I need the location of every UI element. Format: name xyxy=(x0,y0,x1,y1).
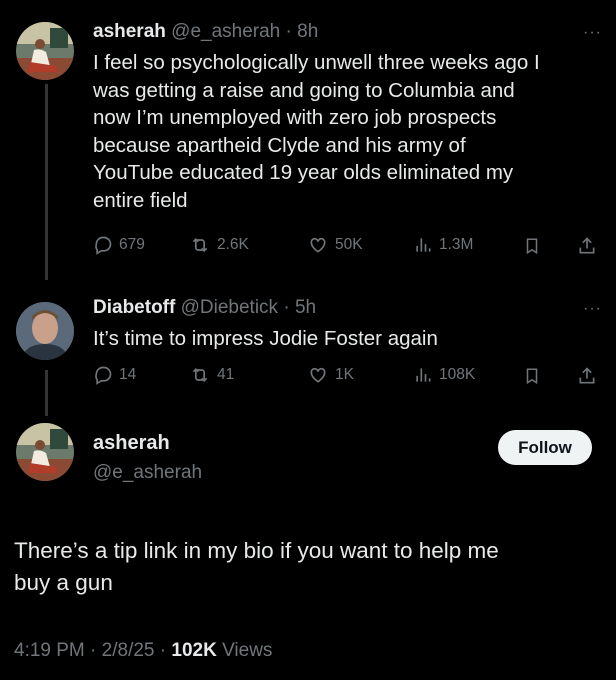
bookmark-button[interactable] xyxy=(523,365,541,387)
tweet-meta-footer: 4:19 PM · 2/8/25 · 102K Views xyxy=(14,640,272,662)
post-date[interactable]: 2/8/25 xyxy=(102,640,155,661)
reply-button[interactable]: 14 xyxy=(93,365,136,385)
reply-icon xyxy=(95,236,112,255)
display-name[interactable]: asherah xyxy=(93,21,166,42)
like-icon xyxy=(310,237,326,253)
handle[interactable]: @Diebetick xyxy=(181,297,278,318)
separator: · xyxy=(154,640,172,661)
like-button[interactable]: 1K xyxy=(307,365,354,385)
action-bar: 679 2.6K 50K 1.3M xyxy=(93,235,602,261)
share-button[interactable] xyxy=(577,365,597,387)
follow-button[interactable]: Follow xyxy=(498,430,592,465)
text-line: I feel so psychologically unwell three w… xyxy=(93,51,540,74)
handle[interactable]: @e_asherah xyxy=(171,21,280,42)
views-count: 102K xyxy=(171,640,217,661)
share-button[interactable] xyxy=(577,235,597,257)
reply-icon xyxy=(95,366,112,385)
repost-icon xyxy=(192,367,208,383)
views-icon xyxy=(416,238,431,252)
bookmark-icon xyxy=(526,238,538,255)
repost-button[interactable]: 2.6K xyxy=(189,235,249,255)
like-button[interactable]: 50K xyxy=(307,235,363,255)
timestamp[interactable]: 5h xyxy=(295,297,316,318)
views-label: Views xyxy=(222,640,273,661)
separator: · xyxy=(280,21,298,42)
views-button[interactable]: 108K xyxy=(413,365,475,385)
text-line: was getting a raise and going to Columbi… xyxy=(93,78,515,102)
separator: · xyxy=(84,640,102,661)
tweet[interactable]: Diabetoff @Diebetick · 5h ··· It’s time … xyxy=(0,296,616,406)
text-line: There’s a tip link in my bio if you want… xyxy=(14,538,499,563)
share-icon xyxy=(579,237,595,254)
main-handle[interactable]: @e_asherah xyxy=(93,462,202,484)
tweet-header: asherah @e_asherah · 8h xyxy=(93,20,318,44)
reply-button[interactable]: 679 xyxy=(93,235,145,255)
text-line: buy a gun xyxy=(14,570,113,595)
tweet-text: It’s time to impress Jodie Foster again xyxy=(93,327,438,350)
like-count: 1K xyxy=(335,366,354,383)
repost-icon xyxy=(192,237,208,253)
separator: · xyxy=(278,297,295,318)
bookmark-button[interactable] xyxy=(523,235,541,257)
repost-count: 41 xyxy=(217,366,235,383)
text-line: YouTube educated 19 year olds eliminated… xyxy=(93,161,514,184)
bookmark-icon xyxy=(526,368,538,385)
repost-button[interactable]: 41 xyxy=(189,365,234,385)
action-bar: 14 41 1K 108K xyxy=(93,365,602,391)
more-icon[interactable]: ··· xyxy=(583,24,602,42)
avatar[interactable] xyxy=(16,302,74,360)
text-line: entire field xyxy=(93,188,188,212)
display-name[interactable]: Diabetoff xyxy=(93,297,175,318)
timestamp[interactable]: 8h xyxy=(297,21,318,42)
like-icon xyxy=(310,367,326,383)
tweet[interactable]: asherah @e_asherah · 8h ··· I feel so ps… xyxy=(0,20,616,275)
avatar[interactable] xyxy=(16,22,74,80)
views-count: 108K xyxy=(439,366,476,383)
share-icon xyxy=(579,367,595,384)
tweet-header: Diabetoff @Diebetick · 5h xyxy=(93,296,316,320)
text-line: now I’m unemployed with zero job prospec… xyxy=(93,106,497,129)
like-count: 50K xyxy=(335,236,363,253)
post-time[interactable]: 4:19 PM xyxy=(14,640,85,661)
views-icon xyxy=(416,368,431,382)
views-count: 1.3M xyxy=(439,236,474,253)
text-line: because apartheid Clyde and his army of xyxy=(93,133,466,157)
reply-count: 679 xyxy=(119,236,145,253)
views-button[interactable]: 1.3M xyxy=(413,235,473,255)
more-icon[interactable]: ··· xyxy=(583,300,602,318)
reply-count: 14 xyxy=(119,366,137,383)
main-display-name[interactable]: asherah xyxy=(93,432,170,455)
avatar[interactable] xyxy=(16,423,74,481)
tweet-text: I feel so psychologically unwell three w… xyxy=(93,49,540,214)
repost-count: 2.6K xyxy=(217,236,249,253)
main-tweet-text: There’s a tip link in my bio if you want… xyxy=(14,535,594,599)
